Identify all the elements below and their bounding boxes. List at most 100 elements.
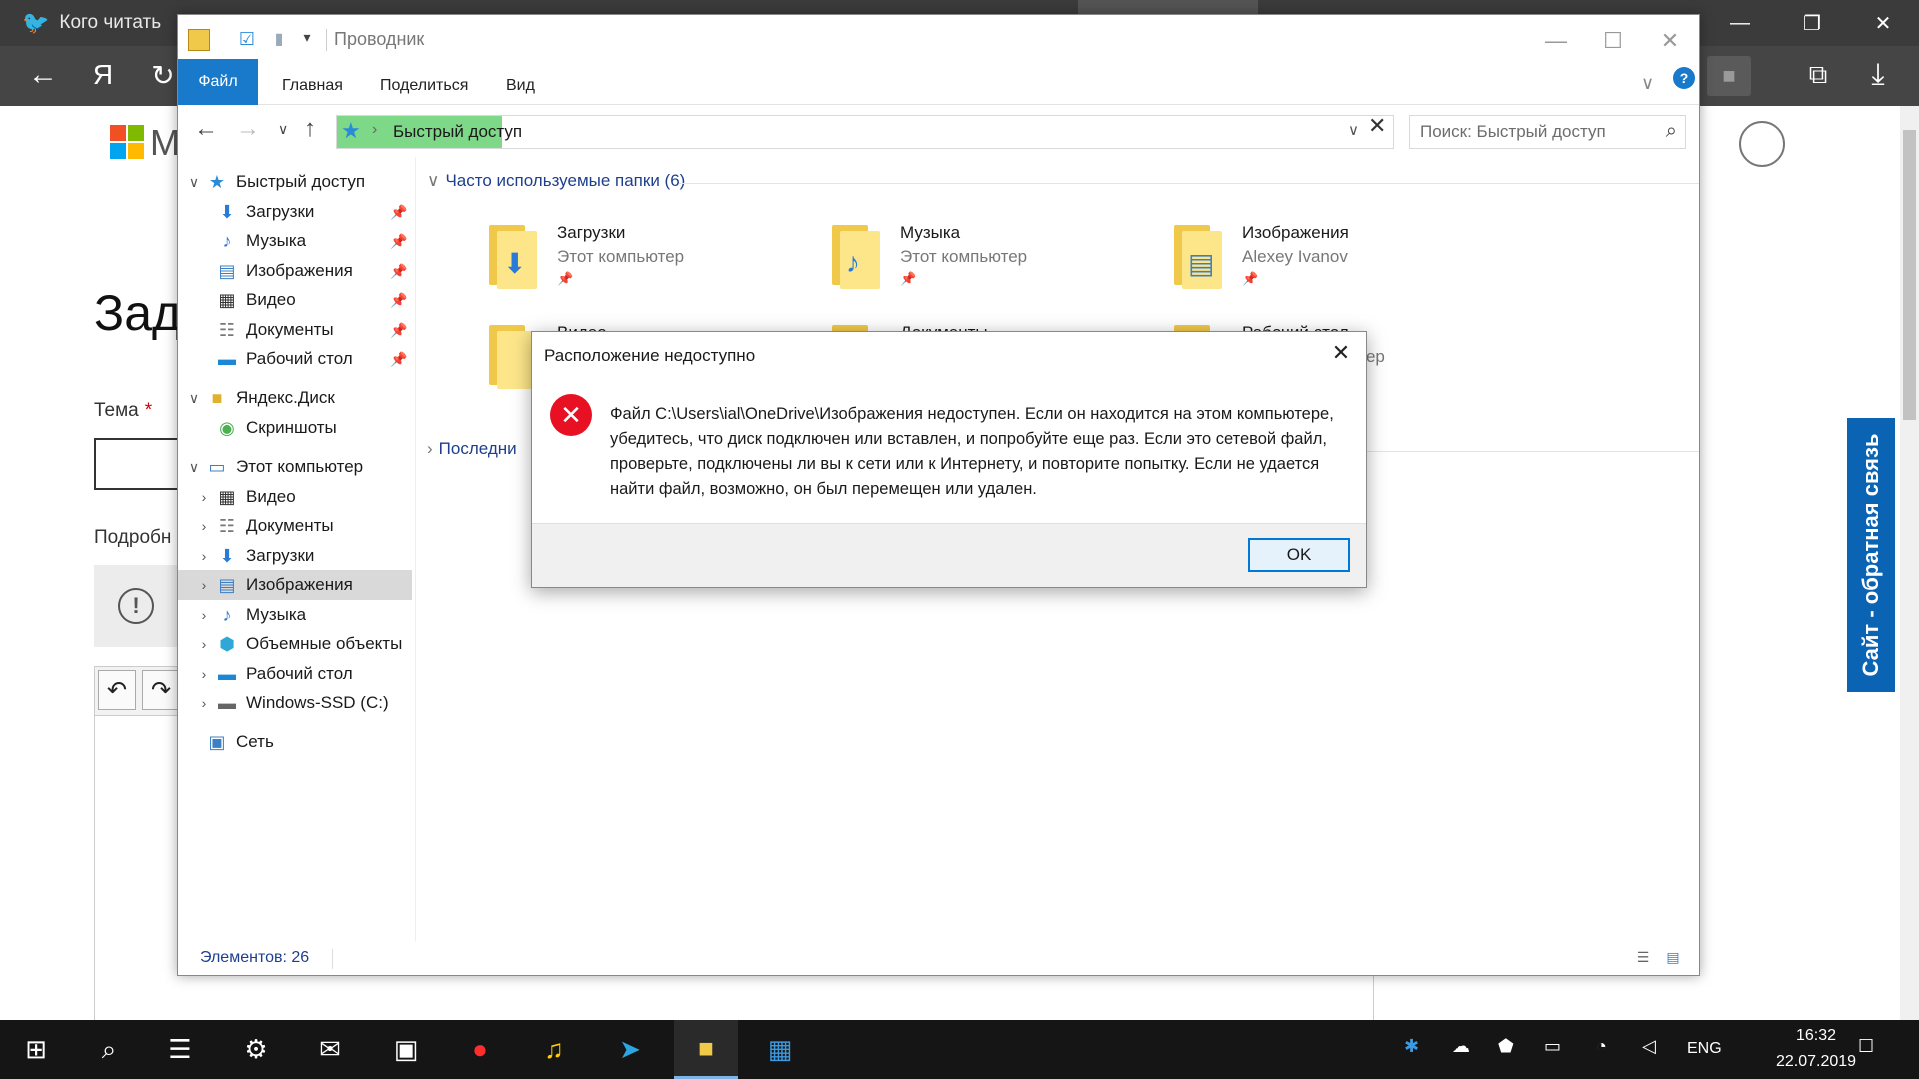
- music-player-icon[interactable]: ♫: [522, 1020, 586, 1079]
- tree-item-pc-desktop[interactable]: › ▬ Рабочий стол: [192, 659, 412, 689]
- chevron-right-icon[interactable]: ›: [192, 548, 216, 564]
- task-view-icon[interactable]: ☰: [148, 1020, 212, 1079]
- control-panel-icon[interactable]: ▦: [748, 1020, 812, 1079]
- topic-input[interactable]: [94, 438, 184, 490]
- file-explorer-icon[interactable]: ■: [674, 1020, 738, 1079]
- chevron-right-icon[interactable]: ›: [192, 518, 216, 534]
- explorer-maximize-button[interactable]: ☐: [1584, 23, 1642, 59]
- chevron-right-icon[interactable]: ›: [192, 489, 216, 505]
- folder-tile-pictures[interactable]: ▤ Изображения Alexey Ivanov 📌: [1174, 223, 1494, 303]
- chevron-down-icon[interactable]: ∨: [182, 390, 206, 407]
- undo-button[interactable]: ↶: [98, 670, 136, 710]
- nav-back-button[interactable]: ←: [194, 115, 218, 143]
- feedback-tab[interactable]: Сайт - обратная связь: [1847, 418, 1895, 692]
- search-icon[interactable]: ⌕: [77, 1020, 141, 1079]
- details-view-icon[interactable]: ☰: [1632, 949, 1654, 969]
- back-button[interactable]: ←: [20, 52, 66, 98]
- volume-icon[interactable]: ◁: [1642, 1036, 1656, 1057]
- clock-date[interactable]: 22.07.2019: [1766, 1053, 1866, 1071]
- browser-minimize-button[interactable]: —: [1710, 0, 1770, 46]
- quick-access-dropdown-icon[interactable]: ▾: [296, 29, 318, 51]
- pin-icon[interactable]: 📌: [390, 292, 407, 309]
- nav-up-button[interactable]: ↑: [304, 115, 316, 143]
- security-shield-icon[interactable]: ⬟: [1498, 1036, 1514, 1057]
- browser-close-button[interactable]: ✕: [1853, 0, 1913, 46]
- pin-icon[interactable]: 📌: [390, 263, 407, 280]
- camera-icon[interactable]: ▣: [374, 1020, 438, 1079]
- group-header-frequent[interactable]: ∨ Часто используемые папки (6): [427, 171, 685, 191]
- windows-start-icon[interactable]: ⊞: [4, 1020, 68, 1079]
- tree-item-pc-pictures[interactable]: › ▤ Изображения: [178, 570, 412, 600]
- address-bar[interactable]: ★ › Быстрый доступ: [336, 115, 1394, 149]
- bluetooth-icon[interactable]: ✱: [1404, 1036, 1419, 1057]
- pin-icon[interactable]: 📌: [390, 204, 407, 221]
- tab-home[interactable]: Главная: [264, 69, 361, 103]
- search-icon[interactable]: ⌕: [1666, 120, 1677, 143]
- new-folder-icon[interactable]: ▮: [268, 29, 290, 51]
- tab-file[interactable]: Файл: [178, 59, 258, 105]
- language-indicator[interactable]: ENG: [1687, 1040, 1722, 1058]
- close-icon[interactable]: ✕: [1368, 113, 1386, 139]
- properties-icon[interactable]: ☑: [236, 29, 258, 51]
- translate-button[interactable]: ⧉: [1795, 52, 1841, 98]
- chevron-right-icon[interactable]: ›: [192, 577, 216, 593]
- tiles-view-icon[interactable]: ▤: [1662, 949, 1684, 969]
- address-path[interactable]: Быстрый доступ: [393, 122, 522, 142]
- chevron-right-icon[interactable]: ›: [192, 607, 216, 623]
- chevron-down-icon[interactable]: ∨: [182, 174, 206, 191]
- chevron-right-icon[interactable]: ›: [192, 695, 216, 711]
- help-icon[interactable]: ?: [1673, 67, 1695, 89]
- group-header-recent[interactable]: › Последни: [427, 439, 517, 459]
- redo-button[interactable]: ↷: [142, 670, 180, 710]
- tree-item-quick-access[interactable]: ∨ ★ Быстрый доступ: [182, 167, 412, 197]
- downloads-button[interactable]: ⤓: [1855, 52, 1901, 98]
- folder-tile-downloads[interactable]: ⬇ Загрузки Этот компьютер 📌: [489, 223, 809, 303]
- settings-gear-icon[interactable]: ⚙: [224, 1020, 288, 1079]
- explorer-close-button[interactable]: ✕: [1641, 23, 1699, 59]
- tree-item-desktop[interactable]: ▬ Рабочий стол 📌: [192, 344, 412, 374]
- tree-item-pc-video[interactable]: › ▦ Видео: [192, 482, 412, 512]
- mail-icon[interactable]: ✉: [298, 1020, 362, 1079]
- address-dropdown-icon[interactable]: ∨: [1348, 121, 1359, 139]
- chevron-down-icon[interactable]: ∨: [182, 459, 206, 476]
- ok-button[interactable]: OK: [1248, 538, 1350, 572]
- explorer-minimize-button[interactable]: —: [1527, 23, 1585, 59]
- tree-item-pc-downloads[interactable]: › ⬇ Загрузки: [192, 541, 412, 571]
- notifications-icon[interactable]: ☐: [1858, 1036, 1874, 1057]
- folder-tile-music[interactable]: ♪ Музыка Этот компьютер 📌: [832, 223, 1152, 303]
- tab-share[interactable]: Поделиться: [362, 69, 486, 103]
- tab-view[interactable]: Вид: [488, 69, 553, 103]
- tree-item-documents[interactable]: ☷ Документы 📌: [192, 315, 412, 345]
- yandex-home-button[interactable]: Я: [80, 52, 126, 98]
- browser-tab[interactable]: 🐦 Кого читать: [0, 0, 178, 46]
- tree-item-pc-3d-objects[interactable]: › ⬢ Объемные объекты: [192, 629, 415, 659]
- battery-icon[interactable]: ▭: [1544, 1036, 1561, 1057]
- pin-icon[interactable]: 📌: [390, 322, 407, 339]
- cloud-icon[interactable]: ☁: [1452, 1036, 1470, 1057]
- tree-item-this-pc[interactable]: ∨ ▭ Этот компьютер: [182, 452, 412, 482]
- user-avatar-icon[interactable]: [1739, 121, 1785, 167]
- tree-item-pc-music[interactable]: › ♪ Музыка: [192, 600, 412, 630]
- tree-item-yandex-disk[interactable]: ∨ ■ Яндекс.Диск: [182, 383, 412, 413]
- chevron-down-icon[interactable]: ∨: [427, 171, 439, 190]
- dialog-close-button[interactable]: ✕: [1324, 340, 1358, 370]
- bookmark-button[interactable]: ■: [1707, 56, 1751, 96]
- yandex-browser-icon[interactable]: ●: [448, 1020, 512, 1079]
- tree-item-music[interactable]: ♪ Музыка 📌: [192, 226, 412, 256]
- folder-icon[interactable]: [188, 29, 210, 51]
- search-input[interactable]: Поиск: Быстрый доступ ⌕: [1409, 115, 1686, 149]
- page-scroll-thumb[interactable]: [1903, 130, 1916, 420]
- clock-time[interactable]: 16:32: [1766, 1027, 1866, 1045]
- pin-icon[interactable]: 📌: [390, 351, 407, 368]
- tree-item-video[interactable]: ▦ Видео 📌: [192, 285, 412, 315]
- pin-icon[interactable]: 📌: [390, 233, 407, 250]
- recent-locations-icon[interactable]: ∨: [278, 121, 288, 138]
- nav-forward-button[interactable]: →: [236, 115, 260, 143]
- browser-restore-button[interactable]: ❐: [1782, 0, 1842, 46]
- tree-item-downloads[interactable]: ⬇ Загрузки 📌: [192, 197, 412, 227]
- chevron-right-icon[interactable]: ›: [427, 439, 433, 458]
- tree-item-drive-c[interactable]: › ▬ Windows-SSD (C:): [192, 688, 412, 718]
- chevron-right-icon[interactable]: ›: [192, 636, 216, 652]
- tree-item-screenshots[interactable]: ◉ Скриншоты: [192, 413, 412, 443]
- ribbon-expand-icon[interactable]: ∨: [1641, 73, 1654, 94]
